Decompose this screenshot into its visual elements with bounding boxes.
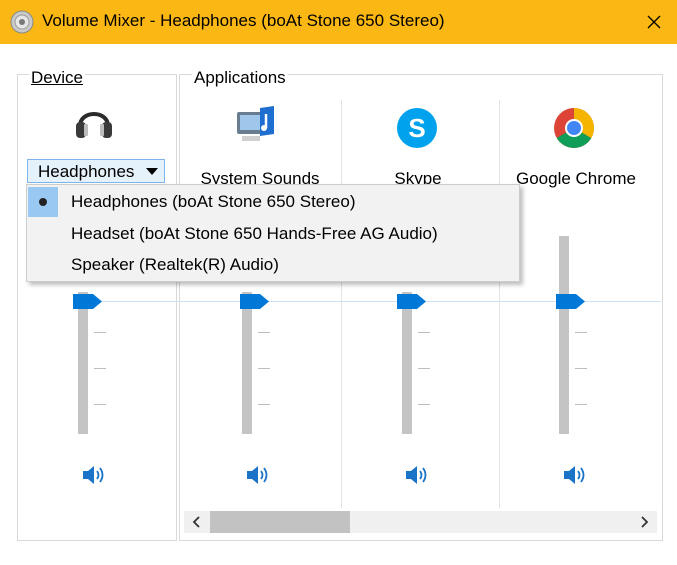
headphones-icon: [76, 112, 112, 138]
slider-tick: [258, 332, 270, 333]
system-sounds-volume-slider-track[interactable]: [242, 292, 252, 434]
applications-section-label: Applications: [192, 68, 288, 88]
slider-tick: [94, 332, 106, 333]
device-mute-speaker-icon[interactable]: [81, 462, 107, 488]
slider-tick: [418, 368, 430, 369]
window-title: Volume Mixer - Headphones (boAt Stone 65…: [42, 11, 445, 30]
scrollbar-thumb[interactable]: [210, 511, 350, 533]
close-button[interactable]: [631, 0, 677, 44]
skype-mute-speaker-icon[interactable]: [404, 462, 430, 488]
volume-mixer-window: Volume Mixer - Headphones (boAt Stone 65…: [0, 0, 677, 565]
app-name-google-chrome: Google Chrome: [515, 169, 636, 188]
applications-horizontal-scrollbar[interactable]: [184, 511, 657, 533]
volume-mixer-app-icon: [10, 10, 34, 34]
close-icon: [647, 15, 661, 29]
skype-volume-slider-track[interactable]: [402, 292, 412, 434]
chevron-left-icon: [192, 516, 200, 528]
device-select-label: Headphones: [38, 162, 135, 181]
device-select-button[interactable]: Headphones: [27, 159, 165, 183]
skype-icon: S: [397, 108, 437, 148]
svg-text:S: S: [408, 113, 425, 143]
chrome-mute-speaker-icon[interactable]: [562, 462, 588, 488]
slider-tick: [258, 368, 270, 369]
selected-indicator: [28, 187, 58, 217]
slider-tick: [258, 404, 270, 405]
slider-tick: [94, 368, 106, 369]
scroll-left-button[interactable]: [186, 511, 208, 533]
dropdown-item-label: Headphones (boAt Stone 650 Stereo): [71, 192, 356, 211]
device-dropdown-menu: Headphones (boAt Stone 650 Stereo) Heads…: [26, 184, 520, 282]
skype-volume-slider-thumb[interactable]: [397, 294, 427, 309]
column-divider: [341, 100, 342, 508]
device-volume-slider-track[interactable]: [78, 292, 88, 434]
slider-tick: [94, 404, 106, 405]
title-bar[interactable]: Volume Mixer - Headphones (boAt Stone 65…: [0, 0, 677, 44]
system-sounds-mute-speaker-icon[interactable]: [245, 462, 271, 488]
chrome-volume-slider-thumb[interactable]: [556, 294, 586, 309]
dropdown-item-label: Speaker (Realtek(R) Audio): [71, 255, 279, 274]
chrome-volume-slider-track[interactable]: [559, 236, 569, 434]
device-section-label: Device: [29, 68, 85, 88]
dropdown-arrow-icon: [146, 168, 158, 175]
slider-tick: [418, 404, 430, 405]
slider-tick: [575, 332, 587, 333]
slider-tick: [418, 332, 430, 333]
device-volume-slider-thumb[interactable]: [73, 294, 103, 309]
dropdown-item-headset[interactable]: Headset (boAt Stone 650 Hands-Free AG Au…: [28, 219, 518, 249]
chevron-right-icon: [641, 516, 649, 528]
dropdown-item-speaker[interactable]: Speaker (Realtek(R) Audio): [28, 250, 518, 280]
chrome-icon: [554, 108, 594, 148]
dropdown-item-label: Headset (boAt Stone 650 Hands-Free AG Au…: [71, 224, 438, 243]
system-sounds-volume-slider-thumb[interactable]: [240, 294, 270, 309]
slider-tick: [575, 404, 587, 405]
scroll-right-button[interactable]: [633, 511, 655, 533]
selected-dot-icon: [39, 198, 47, 206]
system-sounds-icon: [237, 106, 274, 141]
column-divider: [499, 100, 500, 508]
slider-tick: [575, 368, 587, 369]
dropdown-item-headphones[interactable]: Headphones (boAt Stone 650 Stereo): [28, 187, 518, 217]
